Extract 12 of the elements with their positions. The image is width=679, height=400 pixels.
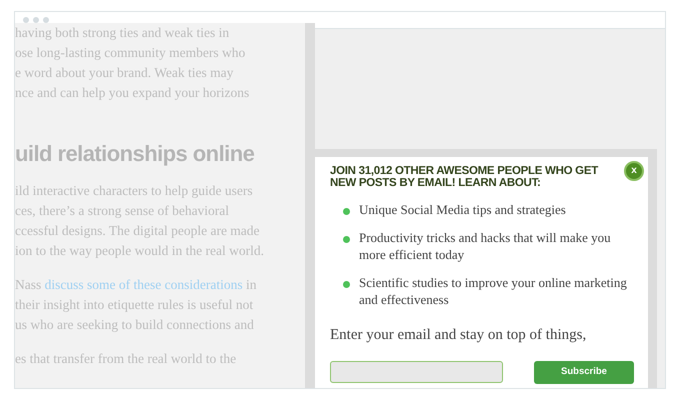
email-field[interactable]	[330, 361, 503, 383]
bullet-icon	[343, 208, 350, 215]
close-button[interactable]: x	[624, 161, 644, 181]
bullet-icon	[343, 281, 350, 288]
prompt-text: Enter your email and stay on top of things,	[330, 326, 588, 345]
benefit-text: Scientific studies to improve your online marketing and effectiveness	[359, 274, 628, 308]
bullet-icon	[343, 236, 350, 243]
popup-heading: JOIN 31,012 OTHER AWESOME PEOPLE WHO GET NEW POSTS BY EMAIL! LEARN ABOUT:	[330, 165, 600, 189]
benefit-text: Unique Social Media tips and strategies	[359, 201, 567, 218]
subscribe-button[interactable]: Subscribe	[534, 360, 634, 384]
benefit-text: Productivity tricks and hacks that will make you more efficient today	[359, 229, 612, 263]
article-heading: uild relationships online	[15, 141, 256, 167]
